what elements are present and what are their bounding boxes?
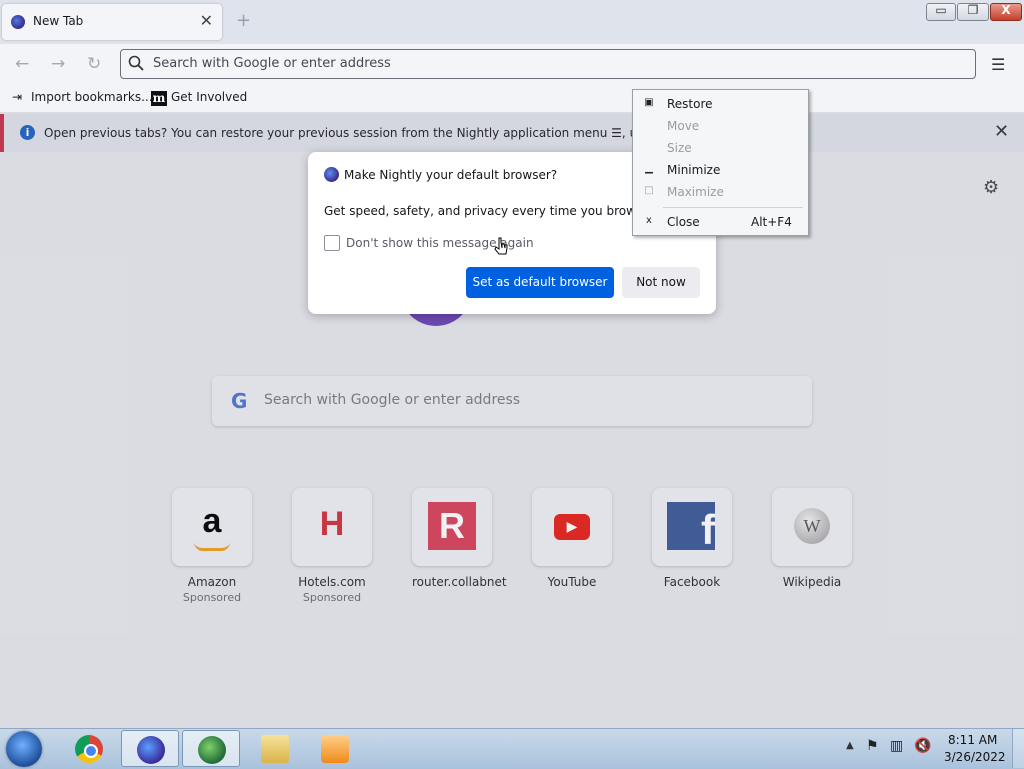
minimize-icon: ▭ [935,3,947,17]
start-button[interactable] [6,731,42,767]
forward-icon[interactable]: → [51,54,65,74]
menu-item-minimize[interactable]: ▁ Minimize [633,158,808,180]
tab-title: New Tab [33,14,84,28]
menu-separator [663,207,803,208]
restore-icon: ▣ [644,97,654,108]
menu-item-restore[interactable]: ▣ Restore [633,92,808,114]
taskbar-explorer[interactable] [246,730,304,767]
menu-item-close[interactable]: x Close Alt+F4 [633,210,808,232]
window-system-menu: ▣ Restore Move Size ▁ Minimize □ Maximiz… [632,89,809,236]
new-tab-button[interactable]: + [236,10,251,31]
clock-time[interactable]: 8:11 AM [948,733,997,747]
menu-item-maximize: □ Maximize [633,180,808,202]
tab-new-tab[interactable]: New Tab ✕ [2,4,222,40]
nightly-icon [324,167,339,182]
nightly-favicon-icon [11,15,25,29]
url-bar-placeholder: Search with Google or enter address [153,56,391,71]
tab-close-icon[interactable]: ✕ [200,11,213,30]
back-icon[interactable]: ← [15,54,29,74]
window-close-button[interactable]: X [990,3,1022,21]
menu-item-size: Size [633,136,808,158]
taskbar-download-manager[interactable] [182,730,240,767]
window-maximize-button[interactable]: ❐ [957,3,989,21]
menu-item-label: Maximize [667,185,724,199]
import-bookmarks-link[interactable]: Import bookmarks... [31,90,153,104]
url-bar[interactable]: Search with Google or enter address [120,49,976,79]
dialog-body: Get speed, safety, and privacy every tim… [324,204,654,218]
menu-item-label: Move [667,119,700,133]
get-involved-icon: m [151,91,167,106]
dialog-title: Make Nightly your default browser? [344,168,558,182]
close-icon: X [1001,3,1011,17]
get-involved-link[interactable]: Get Involved [171,90,247,104]
menu-item-label: Close [667,215,700,229]
menu-item-label: Restore [667,97,713,111]
taskbar-nightly[interactable] [121,730,179,767]
chrome-icon-center [84,744,98,758]
folder-icon [261,735,289,763]
dont-show-checkbox[interactable] [324,235,340,251]
tray-expand-icon[interactable]: ▲ [846,740,854,751]
not-now-button[interactable]: Not now [622,267,700,298]
volume-muted-icon[interactable]: 🔇 [914,738,931,754]
search-icon [128,55,144,71]
globe-download-icon [198,736,226,764]
nightly-icon [137,736,165,764]
close-icon: x [646,215,652,226]
reload-icon[interactable]: ↻ [87,54,101,74]
clock-date[interactable]: 3/26/2022 [944,750,1006,764]
menu-item-label: Minimize [667,163,721,177]
set-default-browser-button[interactable]: Set as default browser [466,267,614,298]
menu-item-move: Move [633,114,808,136]
maximize-icon: ❐ [967,3,979,17]
import-bookmarks-icon: ⇥ [12,90,23,104]
menu-item-label: Size [667,141,692,155]
media-player-icon [321,735,349,763]
network-icon[interactable]: ▥ [890,738,903,754]
maximize-icon: □ [644,185,654,196]
window-minimize-button[interactable]: ▭ [926,3,956,21]
app-menu-icon[interactable]: ☰ [991,55,1005,74]
taskbar-chrome[interactable] [60,730,118,767]
taskbar-media-player[interactable] [306,730,364,767]
mouse-cursor-icon [494,237,508,255]
show-desktop-button[interactable] [1012,729,1024,768]
menu-item-shortcut: Alt+F4 [751,215,792,229]
action-center-flag-icon[interactable]: ⚑ [866,738,879,754]
minimize-icon: ▁ [645,163,653,174]
